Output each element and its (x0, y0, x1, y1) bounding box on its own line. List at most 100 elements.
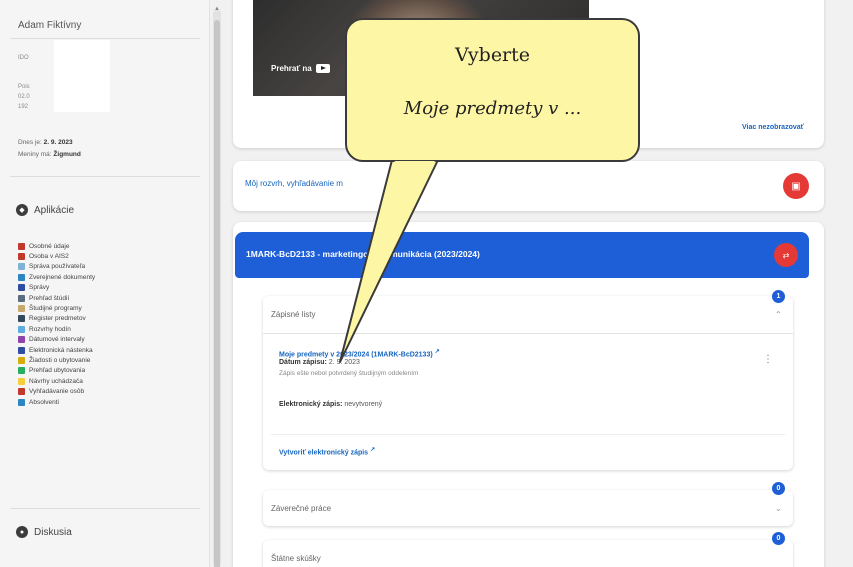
app-list: Osobné údaje Osoba v AIS2 Správa používate… (18, 241, 95, 407)
sidebar-app-label: Prehľad štúdií (29, 294, 70, 302)
count-badge: 1 (772, 290, 785, 303)
sidebar-app-item[interactable]: Správa používateľa (18, 262, 95, 272)
enrollment-date: Dátum zápisu: 2. 9. 2023 (279, 359, 360, 366)
sidebar-app-label: Absolventi (29, 398, 59, 406)
sidebar-app-label: Elektronická nástenka (29, 346, 93, 354)
schedule-link[interactable]: Môj rozvrh, vyhľadávanie m (245, 179, 343, 188)
sidebar-app-item[interactable]: Prehľad ubytovania (18, 366, 95, 376)
switch-icon[interactable]: ⇄ (774, 243, 798, 267)
panel-title: Štátne skúšky (271, 554, 321, 563)
info-label: 02.0 (18, 94, 30, 100)
course-title: 1MARK-BcD2133 - marketingová komunikácia… (246, 249, 480, 259)
scrollbar-thumb[interactable] (214, 20, 220, 567)
book-icon (18, 294, 25, 302)
sidebar-app-item[interactable]: Dátumové intervaly (18, 335, 95, 345)
more-options-icon[interactable]: ⋮ (763, 354, 773, 365)
state-exams-panel[interactable]: Štátne skúšky 0 (263, 532, 793, 567)
proposal-icon (18, 377, 25, 385)
list-icon (18, 367, 25, 375)
apps-heading[interactable]: ◆ Aplikácie (16, 204, 74, 216)
redacted-area (54, 40, 110, 112)
callout-bubble: Vyberte Moje predmety v ... (345, 18, 640, 162)
enrollment-panel: Zápisné listy 1 ⌃ Moje predmety v 2023/2… (263, 290, 793, 470)
calendar-icon[interactable]: ▣ (783, 173, 809, 199)
schedule-card[interactable]: Môj rozvrh, vyhľadávanie m ▣ (233, 161, 824, 211)
today-date: Dnes je: 2. 9. 2023 (18, 139, 73, 146)
sidebar-app-item[interactable]: Žiadosti o ubytovanie (18, 355, 95, 365)
chevron-up-icon[interactable]: ⌃ (775, 310, 782, 319)
sidebar-app-label: Osobné údaje (29, 242, 70, 250)
sidebar: Adam Fiktívny IDO Pois 02.0 192 Dnes je:… (0, 0, 210, 567)
sidebar-app-label: Prehľad ubytovania (29, 367, 86, 375)
calendar-icon (18, 325, 25, 333)
divider (263, 333, 793, 334)
callout-line-2: Moje predmety v ... (403, 98, 582, 119)
sidebar-app-item[interactable]: Študijné programy (18, 303, 95, 313)
sidebar-app-item[interactable]: Vyhľadávanie osôb (18, 386, 95, 396)
theses-panel[interactable]: Záverečné práce 0 ⌄ (263, 482, 793, 526)
sidebar-app-item[interactable]: Register predmetov (18, 314, 95, 324)
sidebar-app-label: Správy (29, 284, 50, 292)
create-electronic-enrollment-link[interactable]: Vytvoriť elektronický zápis ↗ (279, 446, 375, 456)
info-label: 192 (18, 104, 29, 110)
divider (10, 176, 200, 177)
interval-icon (18, 336, 25, 344)
sidebar-app-item[interactable]: Osoba v AIS2 (18, 251, 95, 261)
sidebar-app-item[interactable]: Absolventi (18, 397, 95, 407)
sidebar-app-item[interactable]: Osobné údaje (18, 241, 95, 251)
info-label: Pois (18, 84, 30, 90)
sidebar-app-label: Zverejnené dokumenty (29, 273, 96, 281)
youtube-icon (315, 64, 330, 73)
discussion-heading[interactable]: ● Diskusia (16, 526, 72, 538)
count-badge: 0 (772, 482, 785, 495)
sidebar-app-item[interactable]: Návrhy uchádzača (18, 376, 95, 386)
sidebar-scrollbar[interactable]: ▲ (213, 6, 221, 567)
callout-line-1: Vyberte (454, 44, 531, 66)
scroll-up-icon[interactable]: ▲ (214, 6, 220, 12)
electronic-enrollment-status: Elektronický zápis: nevytvorený (279, 401, 383, 408)
sidebar-app-label: Návrhy uchádzača (29, 377, 83, 385)
my-subjects-link[interactable]: Moje predmety v 2023/2024 (1MARK-BcD2133… (279, 348, 440, 358)
sidebar-app-label: Vyhľadávanie osôb (29, 388, 85, 396)
mail-icon (18, 284, 25, 292)
sidebar-app-label: Študijné programy (29, 305, 82, 313)
person-icon (18, 242, 25, 250)
course-card: 1MARK-BcD2133 - marketingová komunikácia… (233, 222, 824, 567)
discussion-icon: ● (16, 526, 28, 538)
apps-icon: ◆ (16, 204, 28, 216)
id-label: IDO (18, 55, 29, 61)
course-header[interactable]: 1MARK-BcD2133 - marketingová komunikácia… (235, 232, 809, 278)
chevron-down-icon[interactable]: ⌄ (775, 504, 782, 513)
sidebar-app-label: Rozvrhy hodín (29, 325, 71, 333)
name-day: Meniny má: Žigmund (18, 151, 81, 158)
sidebar-app-item[interactable]: Elektronická nástenka (18, 345, 95, 355)
external-link-icon: ↗ (370, 447, 376, 453)
count-badge: 0 (772, 532, 785, 545)
enrollment-note: Zápis ešte nebol potvrdený študijným odd… (279, 370, 419, 377)
user-name: Adam Fiktívny (18, 20, 82, 31)
divider (10, 508, 200, 509)
panel-title: Záverečné práce (271, 504, 332, 513)
play-on-youtube[interactable]: Prehrať na (271, 64, 330, 73)
sidebar-app-item[interactable]: Prehľad štúdií (18, 293, 95, 303)
sidebar-app-label: Správa používateľa (29, 263, 86, 271)
divider (10, 38, 200, 39)
users-icon (18, 263, 25, 271)
request-icon (18, 356, 25, 364)
search-person-icon (18, 388, 25, 396)
program-icon (18, 305, 25, 313)
sidebar-app-label: Žiadosti o ubytovanie (29, 356, 91, 364)
external-link-icon: ↗ (434, 349, 440, 355)
sidebar-app-item[interactable]: Správy (18, 283, 95, 293)
sidebar-app-item[interactable]: Zverejnené dokumenty (18, 272, 95, 282)
sidebar-app-label: Dátumové intervaly (29, 336, 85, 344)
hide-video-link[interactable]: Viac nezobrazovať (742, 124, 804, 131)
board-icon (18, 346, 25, 354)
sidebar-app-label: Osoba v AIS2 (29, 253, 69, 261)
panel-title[interactable]: Zápisné listy (271, 310, 315, 319)
register-icon (18, 315, 25, 323)
person-icon (18, 253, 25, 261)
sidebar-app-item[interactable]: Rozvrhy hodín (18, 324, 95, 334)
graduate-icon (18, 398, 25, 406)
divider (271, 434, 785, 435)
